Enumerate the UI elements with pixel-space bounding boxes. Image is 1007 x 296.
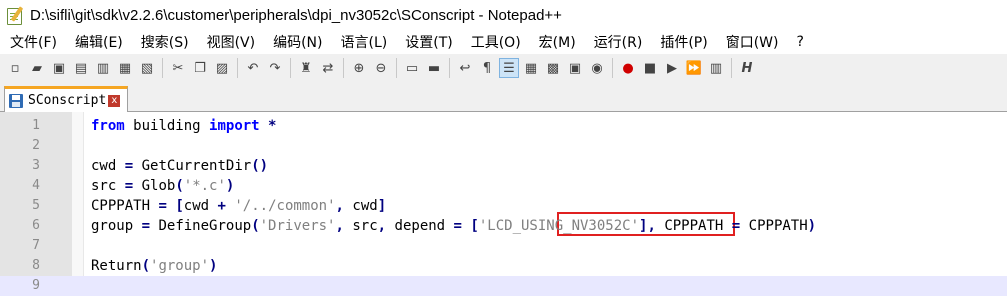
menu-edit[interactable]: 编辑(E) <box>66 32 132 52</box>
zoom-in-icon[interactable]: ⊕ <box>349 58 369 78</box>
menu-window[interactable]: 窗口(W) <box>717 32 788 52</box>
toolbar-separator <box>290 58 291 78</box>
saved-file-icon <box>9 93 23 108</box>
redo-icon[interactable]: ↷ <box>265 58 285 78</box>
menu-plugins[interactable]: 插件(P) <box>651 32 716 52</box>
menu-run[interactable]: 运行(R) <box>585 32 652 52</box>
copy-icon[interactable]: ❐ <box>190 58 210 78</box>
menu-help[interactable]: ? <box>788 34 813 50</box>
menu-search[interactable]: 搜索(S) <box>132 32 198 52</box>
zoom-out-icon[interactable]: ⊖ <box>371 58 391 78</box>
toolbar-separator <box>237 58 238 78</box>
code-line[interactable]: 9 <box>0 276 1007 296</box>
code-line[interactable]: 1 from building import * <box>0 116 1007 136</box>
menu-language[interactable]: 语言(L) <box>332 32 397 52</box>
doc-map-icon[interactable]: ▦ <box>521 58 541 78</box>
replace-icon[interactable]: ⇄ <box>318 58 338 78</box>
word-wrap-icon[interactable]: ↩ <box>455 58 475 78</box>
find-icon[interactable]: ♜ <box>296 58 316 78</box>
menu-file[interactable]: 文件(F) <box>0 32 66 52</box>
run-macro-multiple-icon[interactable]: ⏩ <box>684 58 704 78</box>
line-number: 1 <box>32 118 40 133</box>
cut-icon[interactable]: ✂ <box>168 58 188 78</box>
save-macro-icon[interactable]: ▥ <box>706 58 726 78</box>
record-macro-icon[interactable]: ● <box>618 58 638 78</box>
code-line[interactable]: 2 <box>0 136 1007 156</box>
notepad-plus-plus-icon <box>6 6 24 25</box>
paste-icon[interactable]: ▨ <box>212 58 232 78</box>
toolbar-separator <box>162 58 163 78</box>
code-text[interactable]: CPPPATH = [cwd + '/../common', cwd] <box>91 196 386 216</box>
stop-macro-icon[interactable]: ■ <box>640 58 660 78</box>
monitor-icon[interactable]: ◉ <box>587 58 607 78</box>
save-all-icon[interactable]: ▤ <box>71 58 91 78</box>
line-number: 7 <box>32 238 40 253</box>
code-line[interactable]: 5 CPPPATH = [cwd + '/../common', cwd] <box>0 196 1007 216</box>
toolbar: ▫ ▰ ▣ ▤ ▥ ▦ ▧ ✂ ❐ ▨ ↶ ↷ ♜ ⇄ ⊕ ⊖ ▭ ▬ ↩ ¶ ☰ ▦ ▩ ▣ ◉ ● ■ ▶ ⏩ ▥ H <box>0 54 1007 82</box>
line-number: 8 <box>32 258 40 273</box>
undo-icon[interactable]: ↶ <box>243 58 263 78</box>
menu-macro[interactable]: 宏(M) <box>530 32 585 52</box>
function-list-icon[interactable]: ▩ <box>543 58 563 78</box>
code-text[interactable]: group = DefineGroup('Drivers', src, depe… <box>91 216 816 236</box>
close-icon[interactable]: ▥ <box>93 58 113 78</box>
code-line[interactable]: 4 src = Glob('*.c') <box>0 176 1007 196</box>
toolbar-separator <box>396 58 397 78</box>
code-line[interactable]: 7 <box>0 236 1007 256</box>
menu-tools[interactable]: 工具(O) <box>462 32 530 52</box>
sync-vertical-icon[interactable]: ▭ <box>402 58 422 78</box>
line-number: 9 <box>32 278 40 293</box>
tab-label: SConscript <box>28 93 107 108</box>
menu-settings[interactable]: 设置(T) <box>396 32 461 52</box>
show-all-chars-icon[interactable]: ¶ <box>477 58 497 78</box>
code-text[interactable]: from building import * <box>91 116 276 136</box>
save-icon[interactable]: ▣ <box>49 58 69 78</box>
toolbar-separator <box>731 58 732 78</box>
code-text[interactable]: cwd = GetCurrentDir() <box>91 156 268 176</box>
tab-close-icon[interactable]: x <box>108 94 121 107</box>
menu-bar: 文件(F) 编辑(E) 搜索(S) 视图(V) 编码(N) 语言(L) 设置(T… <box>0 30 1007 54</box>
code-line[interactable]: 3 cwd = GetCurrentDir() <box>0 156 1007 176</box>
print-icon[interactable]: ▧ <box>137 58 157 78</box>
tab-strip: SConscript x <box>0 82 1007 112</box>
open-file-icon[interactable]: ▰ <box>27 58 47 78</box>
close-all-icon[interactable]: ▦ <box>115 58 135 78</box>
code-line[interactable]: 8 Return('group') <box>0 256 1007 276</box>
line-number: 2 <box>32 138 40 153</box>
code-line[interactable]: 6 group = DefineGroup('Drivers', src, dep… <box>0 216 1007 236</box>
tab-sconscript[interactable]: SConscript x <box>4 86 128 112</box>
code-text[interactable]: Return('group') <box>91 256 217 276</box>
menu-encoding[interactable]: 编码(N) <box>264 32 331 52</box>
toolbar-separator <box>612 58 613 78</box>
window-title: D:\sifli\git\sdk\v2.2.6\customer\periphe… <box>30 6 562 24</box>
spell-check-icon[interactable]: H <box>737 58 757 78</box>
line-number: 4 <box>32 178 40 193</box>
title-bar: D:\sifli\git\sdk\v2.2.6\customer\periphe… <box>0 0 1007 30</box>
folder-workspace-icon[interactable]: ▣ <box>565 58 585 78</box>
play-macro-icon[interactable]: ▶ <box>662 58 682 78</box>
code-text[interactable]: src = Glob('*.c') <box>91 176 234 196</box>
sync-horizontal-icon[interactable]: ▬ <box>424 58 444 78</box>
indent-guide-icon[interactable]: ☰ <box>499 58 519 78</box>
toolbar-separator <box>449 58 450 78</box>
toolbar-separator <box>343 58 344 78</box>
line-number: 6 <box>32 218 40 233</box>
new-file-icon[interactable]: ▫ <box>5 58 25 78</box>
line-number: 3 <box>32 158 40 173</box>
line-number: 5 <box>32 198 40 213</box>
menu-view[interactable]: 视图(V) <box>198 32 265 52</box>
code-editor[interactable]: 1 from building import * 2 3 cwd = GetCurren… <box>0 112 1007 296</box>
